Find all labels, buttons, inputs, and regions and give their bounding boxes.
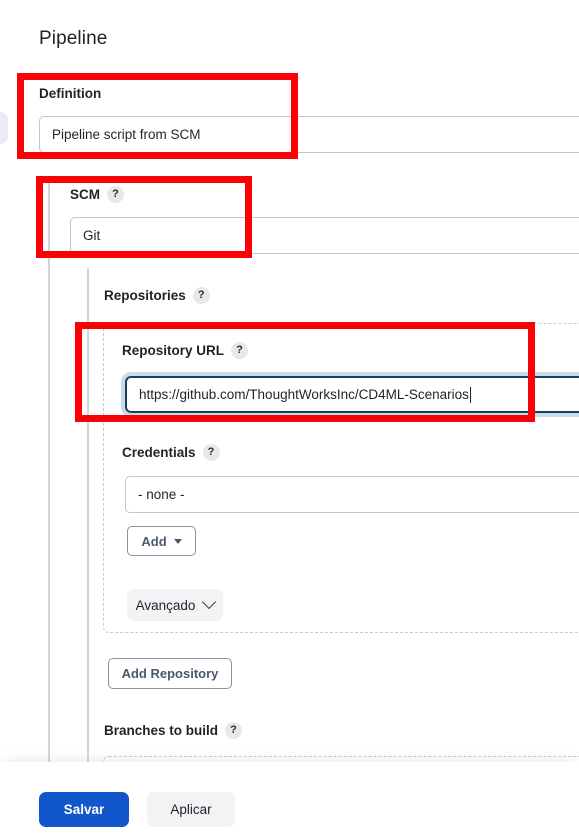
scm-select-value: Git bbox=[83, 228, 101, 243]
repositories-label-text: Repositories bbox=[104, 288, 186, 303]
help-question-icon[interactable]: ? bbox=[225, 722, 243, 739]
advanced-toggle-label: Avançado bbox=[135, 597, 196, 613]
apply-button[interactable]: Aplicar bbox=[147, 792, 235, 827]
scm-select[interactable]: Git bbox=[70, 217, 579, 254]
help-question-icon[interactable]: ? bbox=[202, 444, 220, 461]
credentials-select-value: - none - bbox=[138, 487, 185, 502]
help-question-icon[interactable]: ? bbox=[107, 186, 124, 203]
definition-select[interactable]: Pipeline script from SCM bbox=[39, 116, 579, 153]
help-question-icon[interactable]: ? bbox=[192, 287, 210, 304]
add-credentials-button[interactable]: Add bbox=[127, 526, 196, 556]
caret-down-icon bbox=[173, 538, 182, 544]
scm-label-text: SCM bbox=[70, 187, 100, 202]
credentials-label-text: Credentials bbox=[122, 445, 196, 460]
branches-to-build-label: Branches to build ? bbox=[104, 722, 243, 740]
definition-select-value: Pipeline script from SCM bbox=[52, 127, 201, 142]
definition-label: Definition bbox=[39, 85, 101, 103]
form-rail-inner bbox=[87, 268, 89, 770]
pipeline-config-page: Pipeline Definition Pipeline script from… bbox=[0, 0, 579, 839]
sidebar-edge-nub bbox=[0, 112, 8, 144]
help-question-icon[interactable]: ? bbox=[231, 342, 249, 359]
text-cursor bbox=[469, 386, 471, 403]
credentials-select[interactable]: - none - bbox=[125, 476, 579, 513]
repository-url-label: Repository URL ? bbox=[122, 342, 249, 360]
repository-url-label-text: Repository URL bbox=[122, 343, 225, 358]
add-repository-button[interactable]: Add Repository bbox=[108, 658, 232, 689]
add-repository-button-label: Add Repository bbox=[121, 666, 219, 681]
definition-label-text: Definition bbox=[39, 86, 102, 101]
repositories-label: Repositories ? bbox=[104, 287, 210, 305]
add-credentials-button-label: Add bbox=[141, 533, 167, 549]
repository-url-value: https://github.com/ThoughtWorksInc/CD4ML… bbox=[139, 387, 469, 402]
scm-label: SCM ? bbox=[70, 186, 124, 204]
page-title: Pipeline bbox=[39, 28, 108, 49]
save-button[interactable]: Salvar bbox=[39, 792, 129, 827]
advanced-toggle-button[interactable]: Avançado bbox=[127, 589, 223, 621]
repository-url-input[interactable]: https://github.com/ThoughtWorksInc/CD4ML… bbox=[125, 376, 579, 413]
branches-to-build-label-text: Branches to build bbox=[104, 723, 219, 738]
chevron-down-icon bbox=[202, 594, 217, 610]
credentials-label: Credentials ? bbox=[122, 444, 220, 462]
form-rail-outer bbox=[48, 182, 50, 770]
